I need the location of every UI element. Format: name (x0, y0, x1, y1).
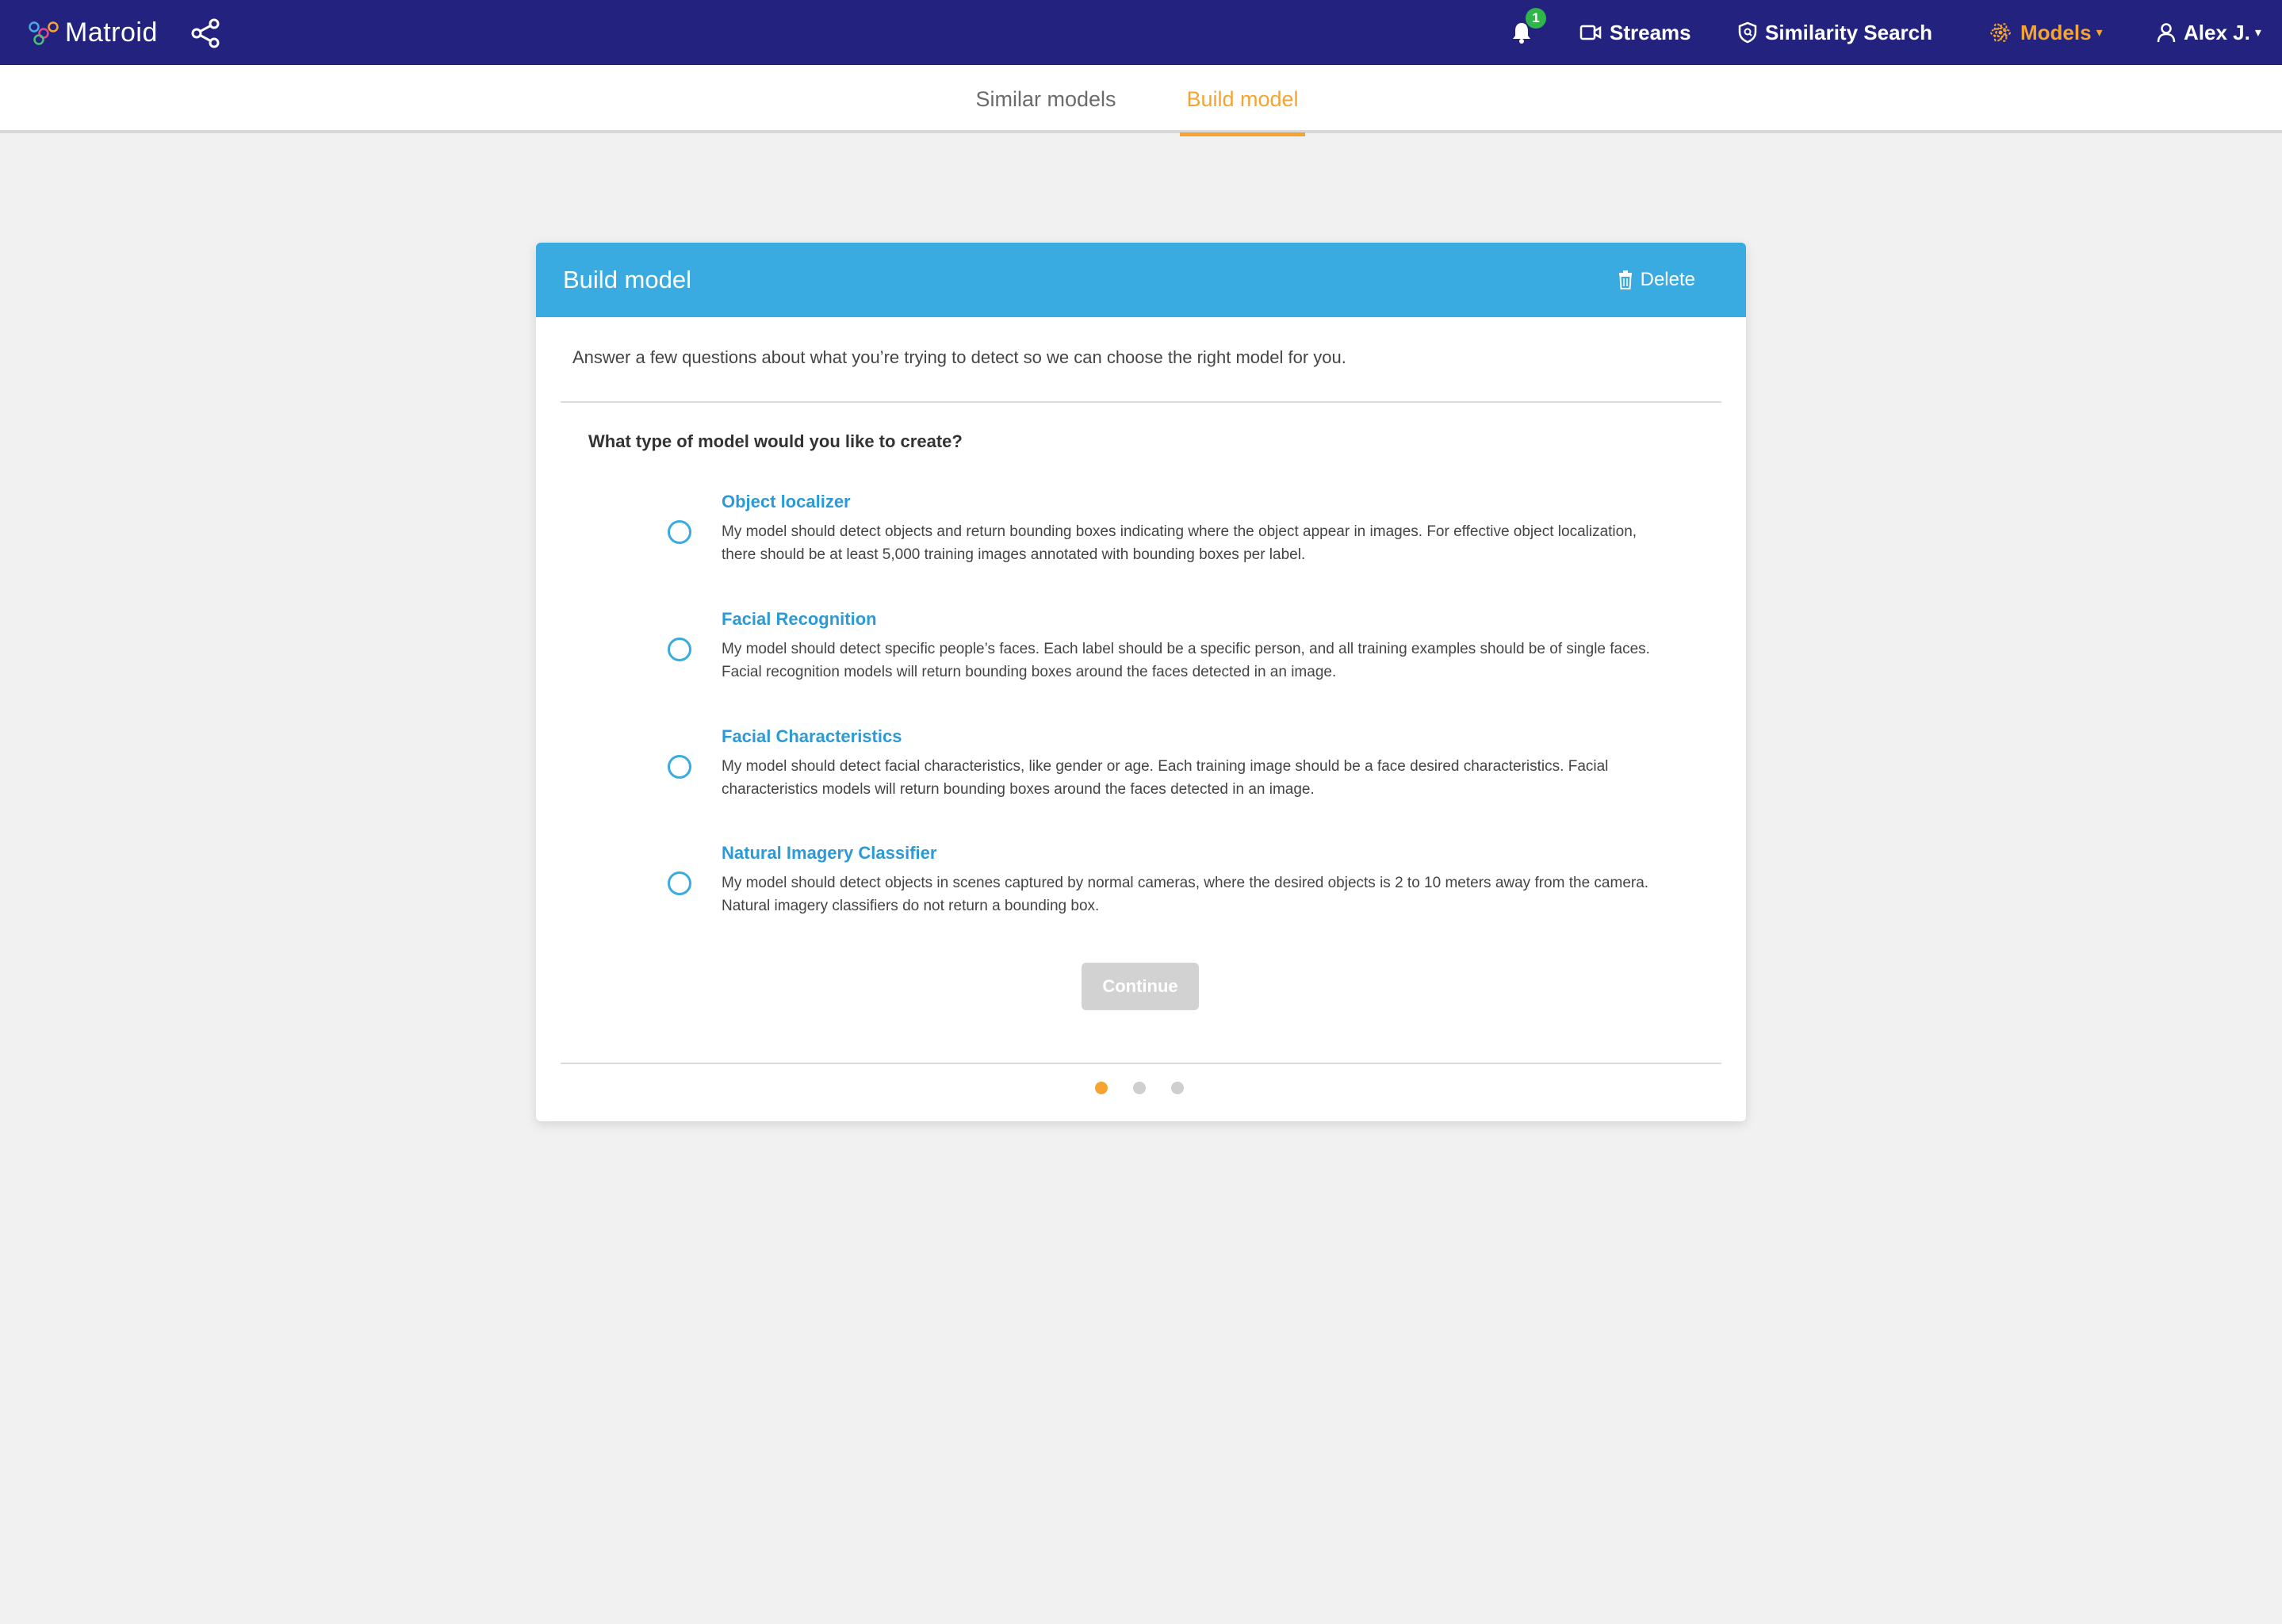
option-title: Natural Imagery Classifier (722, 843, 937, 863)
card-title: Build model (563, 266, 691, 293)
step-dot-3 (1171, 1082, 1184, 1094)
continue-button[interactable]: Continue (1082, 963, 1199, 1010)
radio-natural-imagery-classifier[interactable] (668, 871, 691, 895)
option-description: My model should detect specific people’s… (722, 641, 1650, 680)
notification-badge: 1 (1526, 8, 1546, 29)
share-icon[interactable] (190, 17, 222, 49)
caret-down-icon: ▾ (2096, 26, 2103, 40)
brand-name: Matroid (65, 17, 158, 48)
nav-streams-label: Streams (1610, 20, 1691, 44)
option-title: Facial Recognition (722, 609, 877, 629)
option-title: Facial Characteristics (722, 726, 902, 746)
build-model-card: Build model Delete Answer a few question… (536, 243, 1746, 1121)
trash-icon (1618, 270, 1632, 289)
brand-logo[interactable]: Matroid (27, 0, 158, 65)
caret-down-icon: ▾ (2254, 26, 2261, 40)
delete-button[interactable]: Delete (1618, 269, 1695, 291)
intro-text: Answer a few questions about what you’re… (572, 347, 1346, 367)
step-indicator (536, 1082, 1746, 1097)
step-dot-2 (1133, 1082, 1146, 1094)
option-description: My model should detect objects and retur… (722, 523, 1637, 563)
top-nav: Matroid 1 Streams Similarity Search Mode… (0, 0, 2282, 65)
user-icon (2157, 23, 2176, 43)
card-header: Build model Delete (536, 243, 1746, 317)
nav-similarity-search[interactable]: Similarity Search (1738, 0, 1932, 65)
step-dot-1 (1095, 1082, 1108, 1094)
radio-facial-characteristics[interactable] (668, 755, 691, 779)
option-facial-recognition[interactable]: Facial Recognition My model should detec… (536, 609, 1746, 704)
nav-user-label: Alex J. (2184, 20, 2250, 44)
question-heading: What type of model would you like to cre… (588, 431, 963, 451)
radio-object-localizer[interactable] (668, 520, 691, 544)
delete-label: Delete (1640, 269, 1695, 290)
option-object-localizer[interactable]: Object localizer My model should detect … (536, 492, 1746, 587)
models-atom-icon (1990, 23, 2011, 42)
nav-models-dropdown[interactable]: Models ▾ (1989, 0, 2103, 65)
tab-build-model[interactable]: Build model (1180, 65, 1305, 136)
option-facial-characteristics[interactable]: Facial Characteristics My model should d… (536, 726, 1746, 822)
option-description: My model should detect facial characteri… (722, 758, 1609, 798)
divider (561, 1063, 1721, 1064)
tab-similar-models[interactable]: Similar models (969, 65, 1123, 133)
radio-facial-recognition[interactable] (668, 638, 691, 661)
nav-models-label: Models (2020, 20, 2092, 44)
option-natural-imagery-classifier[interactable]: Natural Imagery Classifier My model shou… (536, 843, 1746, 938)
shield-search-icon (1738, 21, 1757, 44)
nav-user-dropdown[interactable]: Alex J. ▾ (2157, 0, 2261, 65)
matroid-logo-icon (29, 21, 59, 45)
tabs-bar: Similar models Build model (0, 65, 2282, 136)
video-camera-icon (1579, 25, 1602, 40)
option-description: My model should detect objects in scenes… (722, 875, 1649, 914)
nav-streams[interactable]: Streams (1579, 0, 1691, 65)
divider (561, 401, 1721, 403)
option-title: Object localizer (722, 492, 851, 511)
nav-similarity-search-label: Similarity Search (1765, 20, 1932, 44)
